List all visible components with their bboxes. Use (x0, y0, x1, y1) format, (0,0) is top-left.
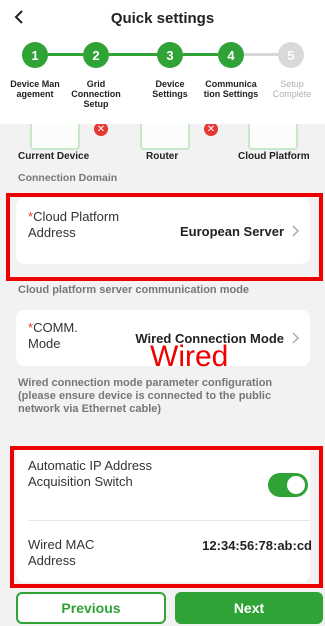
toggle-knob (287, 476, 305, 494)
comm-mode-label-text: COMM. Mode (28, 320, 78, 351)
step-1-circle: 1 (22, 42, 48, 68)
step-5-circle: 5 (278, 42, 304, 68)
step-3-circle: 3 (157, 42, 183, 68)
step-1-label: Device Man agement (10, 79, 60, 99)
wired-annotation: Wired (150, 340, 229, 373)
diagram-label-router: Router (146, 151, 179, 162)
next-button[interactable]: Next (175, 592, 323, 624)
diagram-label-cloud-platform: Cloud Platform (238, 151, 310, 162)
diagram-label-current-device: Current Device (18, 151, 90, 162)
header-bar: Quick settings (0, 0, 325, 36)
step-connector (244, 53, 278, 56)
chevron-right-icon (290, 224, 300, 238)
cloud-platform-icon (248, 124, 298, 150)
divider (28, 520, 310, 521)
previous-button[interactable]: Previous (16, 592, 166, 624)
step-2-label: Grid Connection Setup (71, 79, 121, 109)
step-connector (183, 53, 218, 56)
step-connector (109, 53, 157, 56)
auto-ip-toggle[interactable] (268, 473, 308, 497)
chevron-right-icon (290, 331, 300, 345)
mac-address-label: Wired MAC Address (28, 537, 95, 568)
step-5-label: Setup Complete (272, 79, 312, 99)
page-title: Quick settings (110, 10, 215, 27)
error-x-icon: ✕ (204, 124, 218, 136)
device-icon (30, 124, 80, 150)
step-2-circle: 2 (83, 42, 109, 68)
mac-address-value: 12:34:56:78:ab:cd (202, 538, 312, 553)
step-3-label: Device Settings (152, 79, 188, 99)
comm-mode-label: *COMM. Mode (28, 320, 108, 352)
step-4-label: Communica tion Settings (203, 79, 259, 99)
step-4-circle: 4 (218, 42, 244, 68)
section-title-connection-domain: Connection Domain (18, 172, 118, 184)
progress-stepper: 1 2 3 4 5 Device Man agement Grid Connec… (0, 36, 325, 124)
wired-mode-hint: Wired connection mode parameter configur… (18, 377, 273, 415)
cloud-platform-address-row[interactable]: *Cloud Platform Address European Server (16, 198, 310, 264)
connection-diagram: ✕ ✕ Current Device Router Cloud Platform (0, 124, 325, 164)
section-title-comm-mode: Cloud platform server communication mode (18, 284, 250, 296)
auto-ip-label: Automatic IP Address Acquisition Switch (28, 458, 153, 489)
step-connector (48, 53, 83, 56)
router-icon (140, 124, 190, 150)
cloud-address-label: *Cloud Platform Address (28, 209, 120, 241)
cloud-address-value: European Server (179, 224, 284, 239)
error-x-icon: ✕ (94, 124, 108, 136)
cloud-address-label-text: Cloud Platform Address (28, 209, 120, 240)
